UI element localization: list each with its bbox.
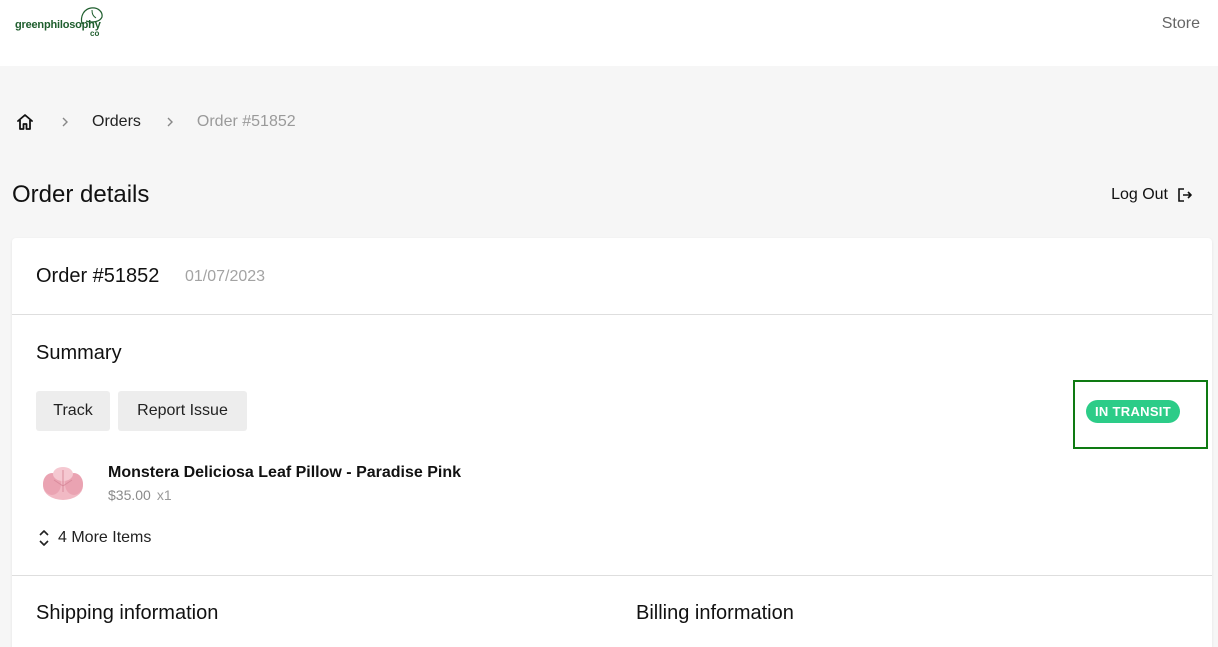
home-icon[interactable] [14,111,36,133]
logo-suffix: co [90,29,100,38]
status-highlight: IN TRANSIT [1073,380,1208,449]
more-items-label: 4 More Items [58,529,152,546]
more-items-toggle[interactable]: 4 More Items [38,529,151,547]
top-navbar: greenphilosophy co Store [0,0,1218,66]
logo-wordmark: greenphilosophy [15,19,101,31]
product-thumbnail [43,467,83,500]
order-number: Order #51852 [36,265,160,287]
brand-logo[interactable]: greenphilosophy co [14,6,110,42]
item-price-row: $35.00 x1 [108,487,172,503]
track-button[interactable]: Track [36,391,110,431]
section-divider [12,575,1212,576]
breadcrumb-current-order: Order #51852 [196,113,296,130]
logout-icon [1178,188,1192,202]
expand-icon [39,530,49,546]
breadcrumb: Orders Order #51852 [14,111,296,133]
shipping-information-title: Shipping information [36,602,219,624]
item-name[interactable]: Monstera Deliciosa Leaf Pillow - Paradis… [108,464,461,482]
logout-label: Log Out [1111,186,1168,203]
chevron-right-icon [60,116,70,128]
report-issue-button[interactable]: Report Issue [118,391,247,431]
status-badge: IN TRANSIT [1086,400,1180,423]
page-title: Order details [12,181,150,208]
store-link[interactable]: Store [1162,15,1200,33]
chevron-right-icon [165,116,175,128]
summary-title: Summary [36,342,122,364]
item-quantity: x1 [156,487,172,503]
order-card: Order #51852 01/07/2023 Summary Track Re… [12,238,1212,647]
order-header: Order #51852 01/07/2023 [12,238,1212,315]
logout-button[interactable]: Log Out [1111,186,1194,204]
item-price: $35.00 [108,487,151,503]
breadcrumb-orders[interactable]: Orders [92,113,141,131]
order-date: 01/07/2023 [185,268,266,285]
billing-information-title: Billing information [636,602,794,624]
